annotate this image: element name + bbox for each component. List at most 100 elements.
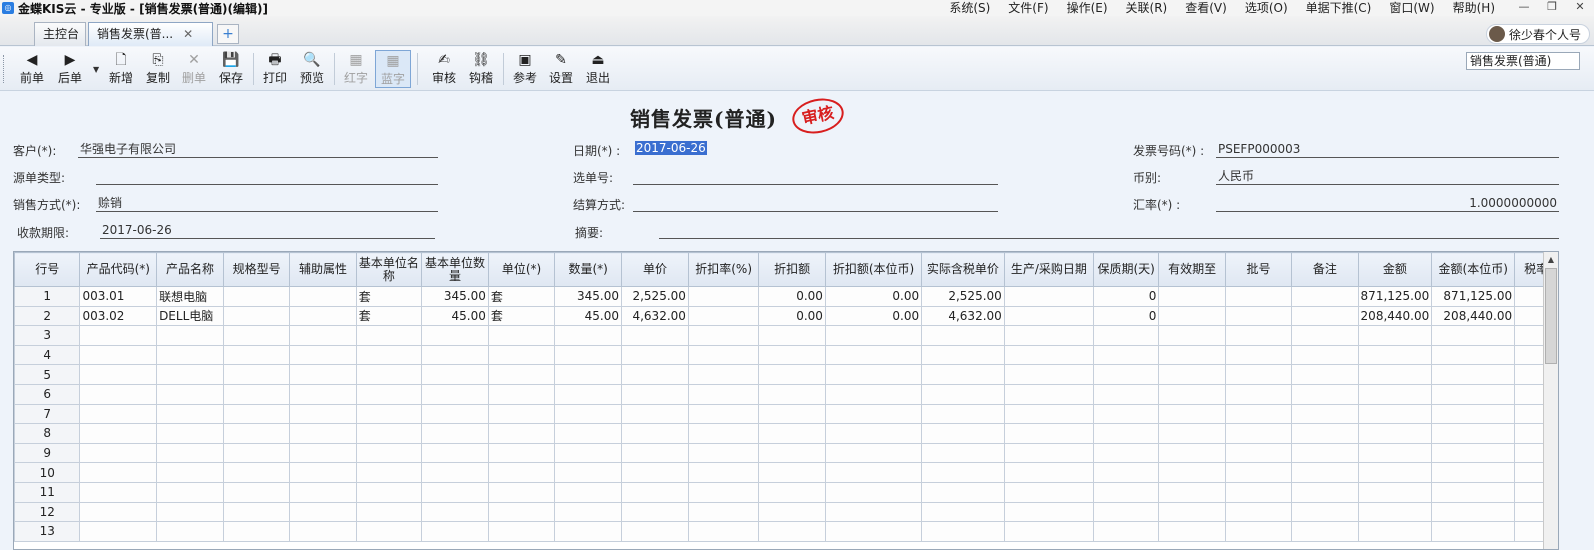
grid-cell[interactable] [824, 423, 923, 444]
grid-cell[interactable] [687, 501, 760, 523]
grid-cell[interactable]: 0.00 [758, 305, 826, 327]
grid-cell[interactable] [1224, 521, 1293, 542]
grid-cell[interactable] [156, 364, 224, 385]
column-header[interactable]: 数量(*) [554, 252, 623, 287]
grid-cell[interactable] [1431, 423, 1516, 444]
grid-cell[interactable] [554, 521, 623, 542]
customer-field[interactable]: 华强电子有限公司 [78, 141, 438, 158]
grid-cell[interactable] [1431, 521, 1516, 542]
grid-cell[interactable] [621, 442, 689, 464]
grid-cell[interactable] [355, 344, 423, 366]
grid-cell[interactable] [554, 481, 623, 503]
grid-cell[interactable] [289, 501, 357, 523]
menu-push-down[interactable]: 单据下推(C) [1297, 0, 1381, 16]
grid-cell[interactable] [1003, 344, 1094, 366]
grid-cell[interactable] [156, 521, 224, 542]
column-header[interactable]: 折扣额 [758, 252, 826, 287]
grid-cell[interactable] [758, 442, 826, 464]
grid-cell[interactable] [355, 325, 423, 346]
check-button[interactable]: ⛓ 钩稽 [463, 50, 499, 88]
grid-cell[interactable] [79, 364, 158, 385]
grid-cell[interactable] [79, 344, 158, 366]
grid-cell[interactable] [1224, 403, 1293, 425]
grid-cell[interactable] [1224, 481, 1293, 503]
grid-cell[interactable]: 871,125.00 [1431, 286, 1516, 307]
grid-cell[interactable] [1158, 423, 1226, 444]
grid-cell[interactable] [824, 344, 923, 366]
add-tab-icon[interactable]: + [217, 24, 239, 44]
grid-cell[interactable] [222, 305, 291, 327]
grid-cell[interactable]: 0 [1092, 305, 1160, 327]
grid-cell[interactable] [421, 403, 489, 425]
grid-cell[interactable]: 2,525.00 [621, 286, 689, 307]
grid-cell[interactable] [289, 305, 357, 327]
grid-cell[interactable] [1003, 521, 1094, 542]
grid-cell[interactable] [156, 383, 224, 405]
grid-cell[interactable] [824, 521, 923, 542]
reference-button[interactable]: ▣ 参考 [507, 50, 543, 88]
grid-cell[interactable] [421, 344, 489, 366]
grid-cell[interactable] [921, 423, 1005, 444]
grid-cell[interactable] [289, 462, 357, 483]
grid-cell[interactable] [1158, 403, 1226, 425]
grid-cell[interactable] [222, 286, 291, 307]
grid-cell[interactable] [758, 325, 826, 346]
grid-cell[interactable] [758, 364, 826, 385]
print-button[interactable]: 🖶 打印 [257, 50, 293, 88]
table-row[interactable]: 8 [14, 423, 1558, 444]
grid-cell[interactable]: 003.02 [79, 305, 158, 327]
grid-cell[interactable] [1224, 325, 1293, 346]
column-header[interactable]: 单位(*) [487, 252, 556, 287]
new-button[interactable]: 🗋 新增 [103, 50, 139, 88]
grid-cell[interactable] [1003, 423, 1094, 444]
grid-cell[interactable] [1357, 442, 1433, 464]
grid-cell[interactable] [758, 383, 826, 405]
grid-cell[interactable] [421, 501, 489, 523]
grid-cell[interactable] [554, 344, 623, 366]
grid-cell[interactable] [1291, 383, 1359, 405]
grid-cell[interactable] [222, 442, 291, 464]
grid-cell[interactable] [1158, 286, 1226, 307]
grid-cell[interactable] [1003, 462, 1094, 483]
grid-cell[interactable] [222, 383, 291, 405]
grid-cell[interactable] [1092, 364, 1160, 385]
column-header[interactable]: 折扣额(本位币) [824, 252, 923, 287]
audit-button[interactable]: ✍ 审核 [426, 50, 462, 88]
grid-cell[interactable] [1357, 383, 1433, 405]
column-header[interactable]: 备注 [1291, 252, 1359, 287]
grid-cell[interactable] [1357, 521, 1433, 542]
grid-cell[interactable] [621, 501, 689, 523]
grid-cell[interactable] [687, 286, 760, 307]
grid-cell[interactable] [289, 403, 357, 425]
grid-cell[interactable] [79, 383, 158, 405]
grid-cell[interactable] [921, 481, 1005, 503]
rate-field[interactable]: 1.0000000000 [1216, 195, 1559, 212]
minimize-icon[interactable]: — [1510, 0, 1538, 16]
grid-cell[interactable] [621, 462, 689, 483]
grid-cell[interactable] [222, 462, 291, 483]
grid-cell[interactable] [621, 403, 689, 425]
table-row[interactable]: 11 [14, 481, 1558, 503]
grid-cell[interactable] [1158, 462, 1226, 483]
select-no-field[interactable] [633, 168, 998, 185]
grid-cell[interactable] [1291, 423, 1359, 444]
grid-cell[interactable] [687, 364, 760, 385]
chevron-down-icon[interactable]: ▼ [93, 65, 99, 74]
grid-cell[interactable] [921, 442, 1005, 464]
grid-cell[interactable]: 4,632.00 [921, 305, 1005, 327]
menu-system[interactable]: 系统(S) [940, 0, 999, 16]
grid-cell[interactable] [621, 521, 689, 542]
column-header[interactable]: 单价 [621, 252, 689, 287]
grid-cell[interactable] [355, 423, 423, 444]
grid-cell[interactable] [222, 344, 291, 366]
grid-cell[interactable] [1092, 501, 1160, 523]
grid-cell[interactable] [1291, 481, 1359, 503]
grid-cell[interactable] [1431, 403, 1516, 425]
grid-cell[interactable] [487, 364, 556, 385]
menu-view[interactable]: 查看(V) [1176, 0, 1236, 16]
grid-cell[interactable] [824, 442, 923, 464]
date-field[interactable]: 2017-06-26 [633, 140, 998, 157]
grid-cell[interactable] [554, 383, 623, 405]
grid-cell[interactable] [1158, 383, 1226, 405]
grid-cell[interactable] [824, 364, 923, 385]
